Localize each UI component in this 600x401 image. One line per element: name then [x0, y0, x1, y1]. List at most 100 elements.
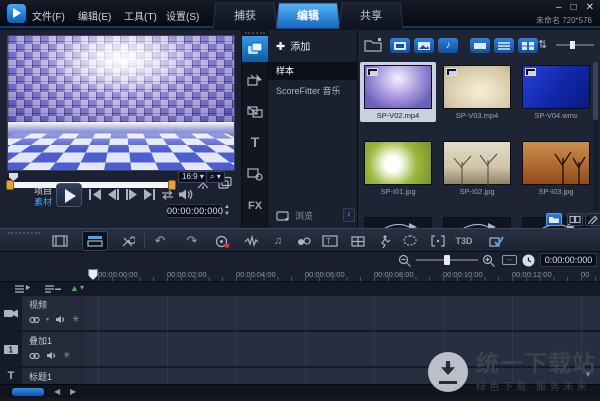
import-media-icon[interactable]	[364, 37, 384, 53]
batch-convert-icon[interactable]	[488, 234, 504, 248]
trim-start-handle[interactable]	[6, 180, 14, 190]
filter-videos-button[interactable]	[390, 38, 410, 53]
scroll-right-icon[interactable]: ▶	[70, 387, 76, 396]
zoom-in-icon[interactable]	[482, 254, 496, 267]
scrollbar-thumb[interactable]	[12, 388, 44, 396]
category-samples[interactable]: 样本	[268, 62, 358, 80]
project-title: 未命名 720*576	[536, 15, 592, 26]
nav-filter-icon[interactable]: FX	[245, 196, 265, 216]
collapse-panel-button[interactable]: ‹	[343, 208, 355, 222]
ripple-edit-marker-icon[interactable]: ▲	[70, 283, 79, 293]
nav-graphics-icon[interactable]	[245, 164, 265, 184]
library-item[interactable]: SP-I02.jpg	[439, 138, 515, 198]
menu-settings[interactable]: 设置(S)	[166, 8, 199, 23]
filter-photos-button[interactable]	[414, 38, 434, 53]
track-dropdown-icon[interactable]: ▾	[46, 316, 49, 323]
duration-clock-icon[interactable]	[522, 254, 535, 267]
minimize-button[interactable]: –	[556, 2, 562, 13]
end-icon[interactable]	[142, 188, 157, 201]
preview-zoom-select[interactable]: ⌕ ▾	[206, 171, 225, 183]
nav-title-icon[interactable]: T	[245, 132, 265, 152]
menu-edit[interactable]: 编辑(E)	[78, 8, 111, 23]
timeline-ruler[interactable]: 00:00:00:00 00:00:02:00 00:00:04:00 00:0…	[0, 268, 600, 282]
close-button[interactable]: ✕	[586, 2, 594, 13]
fit-timeline-icon[interactable]: ↔	[502, 255, 517, 265]
play-button[interactable]	[56, 183, 82, 207]
mode-project-toggle[interactable]: 项目	[22, 186, 52, 197]
redo-button[interactable]: ↷	[184, 234, 200, 248]
zoom-out-icon[interactable]	[398, 254, 412, 267]
link-icon[interactable]	[29, 316, 40, 324]
track-mute-icon[interactable]	[55, 315, 66, 324]
aspect-ratio-select[interactable]: 16:9 ▾	[178, 171, 208, 183]
library-folder-icon[interactable]	[546, 213, 562, 226]
sort-icon[interactable]: ⇅	[538, 38, 547, 51]
track-manager-icon[interactable]	[14, 284, 32, 294]
nav-media-icon[interactable]	[242, 36, 268, 62]
menu-tools[interactable]: 工具(T)	[124, 8, 157, 23]
library-nav-strip: T FX	[242, 30, 268, 228]
view-thumbnail-button[interactable]	[518, 38, 538, 53]
slider-handle[interactable]	[570, 41, 575, 49]
view-all-button[interactable]	[470, 38, 490, 53]
next-frame-icon[interactable]	[124, 188, 139, 201]
svg-text:T: T	[326, 237, 331, 246]
sound-mixer-icon[interactable]	[243, 234, 259, 248]
3d-title-icon[interactable]: T3D	[456, 234, 472, 248]
timeline-zoom-slider[interactable]	[416, 259, 478, 261]
filter-audio-button[interactable]: ♪	[438, 38, 458, 53]
grid-lines-icon[interactable]	[350, 234, 366, 248]
timecode-stepper[interactable]: ▲ ▼	[224, 204, 230, 218]
library-item[interactable]: SP-V04.wmv	[518, 62, 594, 122]
browse-button[interactable]: 浏览	[276, 209, 313, 222]
mode-clip-toggle[interactable]: 素材	[22, 197, 52, 208]
tab-edit[interactable]: 编辑	[276, 3, 341, 29]
track-mute-icon[interactable]	[46, 351, 57, 360]
add-category-button[interactable]: ✚ 添加	[276, 38, 310, 53]
preview-timecode[interactable]: 00:00:00:000	[166, 204, 222, 218]
timeline-view-icon[interactable]	[82, 231, 108, 251]
ripple-edit-icon[interactable]: ✳	[72, 314, 80, 325]
library-item[interactable]: SP-V02.mp4	[360, 62, 436, 122]
repeat-icon[interactable]	[160, 188, 175, 201]
volume-icon[interactable]	[178, 188, 193, 201]
gallery-view-icon[interactable]	[567, 213, 583, 226]
motion-tracking-icon[interactable]	[376, 234, 392, 248]
scrollbar-thumb[interactable]	[593, 62, 598, 120]
mask-creator-icon[interactable]	[430, 234, 446, 248]
library-item[interactable]: SP-I01.jpg	[360, 138, 436, 198]
timeline-playhead[interactable]	[88, 269, 98, 280]
thumbnail-size-slider[interactable]	[556, 44, 594, 46]
library-scrollbar[interactable]	[593, 62, 598, 210]
storyboard-view-icon[interactable]	[52, 234, 68, 248]
menu-file[interactable]: 文件(F)	[32, 8, 65, 23]
view-list-button[interactable]	[494, 38, 514, 53]
previous-frame-icon[interactable]	[106, 188, 121, 201]
ripple-dropdown-icon[interactable]: ▾	[80, 283, 84, 292]
edit-pencil-icon[interactable]	[585, 213, 600, 226]
maximize-button[interactable]: □	[571, 2, 577, 13]
tab-share[interactable]: 共享	[339, 3, 404, 29]
auto-music-icon[interactable]: ♫	[270, 234, 286, 248]
timeline-timecode[interactable]: 0:00:00:000	[540, 253, 597, 267]
library-item[interactable]: SP-V03.mp4	[439, 62, 515, 122]
subtitle-editor-icon[interactable]: T	[322, 234, 338, 248]
library-item[interactable]: SP-I03.jpg	[518, 138, 594, 198]
track-layers-icon[interactable]	[44, 284, 62, 294]
home-icon[interactable]	[88, 188, 103, 201]
nav-instant-project-icon[interactable]	[245, 70, 265, 90]
mix-tools-icon[interactable]	[120, 234, 136, 248]
panel-drag-handle[interactable]	[245, 32, 265, 34]
category-scorefitter[interactable]: ScoreFitter 音乐	[268, 82, 358, 100]
speed-icon[interactable]	[296, 234, 312, 248]
nav-transition-icon[interactable]	[245, 102, 265, 122]
undo-button[interactable]: ↶	[152, 234, 168, 248]
ripple-edit-icon[interactable]: ✳	[63, 350, 71, 361]
toolbar-drag-handle[interactable]	[8, 232, 40, 234]
lasso-selection-icon[interactable]	[402, 234, 418, 248]
link-icon[interactable]	[29, 352, 40, 360]
scroll-left-icon[interactable]: ◀	[54, 387, 60, 396]
record-capture-icon[interactable]	[214, 234, 230, 248]
slider-handle[interactable]	[444, 255, 450, 265]
tab-capture[interactable]: 捕获	[213, 3, 278, 29]
